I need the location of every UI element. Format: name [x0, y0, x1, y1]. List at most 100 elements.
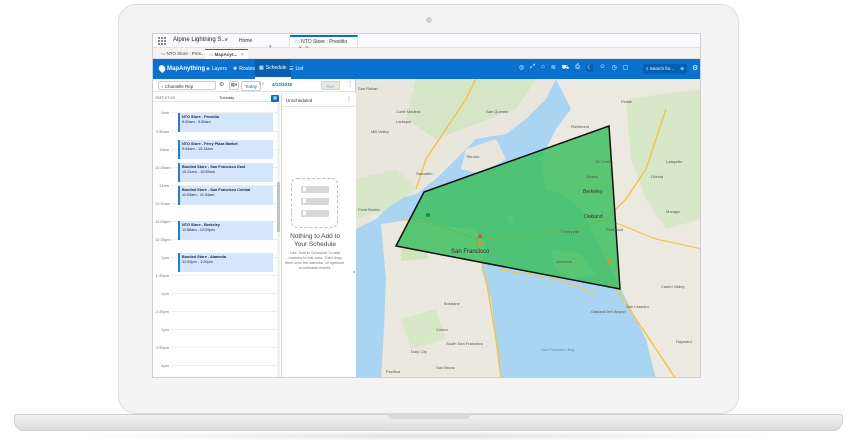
subtab-record[interactable]: ▭ NTO Store : Pres... — [157, 49, 209, 59]
subtab-bar: ▭ NTO Store : Pres... ▭ MapAnyt... ✕ — [153, 48, 700, 59]
hour-label: 4pm — [161, 363, 169, 368]
hour-label: 2:30pm — [155, 309, 169, 314]
map-label: Berkeley — [583, 189, 603, 195]
crosshair-icon[interactable]: ⊕ — [680, 66, 684, 72]
rep-search-input[interactable]: ⌕ Chantelle Rep — [158, 81, 216, 90]
hour-label: 12:30pm — [155, 237, 171, 242]
home-icon[interactable]: ⌂ — [541, 64, 545, 72]
nav-label: Layers — [211, 66, 227, 72]
calendar-view-button[interactable]: ▦▾ — [229, 81, 239, 90]
selected-date[interactable]: 4/13/2018 — [272, 82, 292, 87]
map-label: Mill Valley — [371, 129, 389, 134]
today-button[interactable]: Today — [241, 81, 262, 91]
schedule-event[interactable]: NTO Store - Ferry Plaza Market 9:44am - … — [178, 140, 273, 159]
list-icon: ☰ — [289, 66, 294, 72]
app-nav-chevron-icon[interactable]: ▾ — [225, 37, 228, 43]
schedule-event[interactable]: NTO Store - Presidio 9:00am - 9:30am — [178, 113, 273, 132]
map-label: Hayward — [676, 339, 692, 344]
scrollbar-track[interactable] — [277, 103, 280, 377]
square-icon[interactable]: ▢ — [623, 64, 629, 72]
schedule-event[interactable]: Bonded Store - Alameda 12:50pm - 1:20pm — [178, 253, 273, 272]
subtab-mapanything[interactable]: ▭ MapAnyt... ✕ — [205, 49, 249, 59]
date-nav: ‹ › — [259, 81, 264, 87]
event-time: 9:44am - 10:15am — [182, 146, 213, 151]
map-label: San Rafael — [358, 86, 378, 91]
placeholder-row — [301, 186, 329, 193]
schedule-event[interactable]: Bonded Store - San Francisco East 10:24a… — [178, 163, 273, 182]
map-toolbar: ◎ ⤢ ⌂ ≋ ⛟ ⎙ ☾ ☺ ◷ ▢ — [519, 64, 629, 72]
map-label: South San Francisco — [446, 341, 484, 346]
hour-label: 11am — [159, 183, 169, 188]
gear-icon[interactable]: ⚙ — [692, 64, 698, 72]
moon-icon[interactable]: ☾ — [586, 64, 594, 72]
map-marker[interactable] — [426, 213, 430, 217]
map-marker[interactable] — [478, 242, 482, 246]
tab-home[interactable]: Home ▾ — [234, 35, 290, 50]
more-icon[interactable]: ⋮ — [346, 96, 352, 103]
schedule-toolbar: ⌕ Chantelle Rep ⚙ ▦▾ Today ‹ › 4/13/2018… — [153, 79, 356, 92]
tab-nto-store-presidio[interactable]: ▭ NTO Store : Presidio ▾ ✕ — [290, 35, 358, 51]
map-marker[interactable] — [607, 259, 611, 263]
gear-icon[interactable]: ⚙ — [219, 81, 224, 88]
hour-line — [171, 365, 277, 366]
schedule-event[interactable]: Bonded Store - San Francisco Central 11:… — [178, 186, 273, 205]
collapse-handle-icon[interactable]: ◂ — [353, 269, 355, 274]
map-canvas[interactable]: San Rafael Corte Madera Larkspur Mill Va… — [356, 79, 700, 377]
hour-label: 1:30pm — [155, 273, 169, 278]
map-label: Piedmont — [606, 227, 623, 232]
empty-state-title: Nothing to Add to Your Schedule — [290, 233, 340, 248]
nav-list[interactable]: ☰ List — [285, 59, 307, 79]
nav-label: Schedule — [265, 65, 287, 71]
hour-label: 9:30am — [155, 129, 169, 134]
map-label: Brisbane — [444, 301, 460, 306]
chevron-left-icon[interactable]: ‹ — [259, 81, 261, 87]
run-button[interactable]: Run — [321, 81, 340, 90]
clock-icon[interactable]: ◷ — [612, 64, 617, 72]
scrollbar-thumb[interactable] — [277, 182, 280, 232]
map-label: Emeryville — [561, 229, 580, 234]
layers-stack-icon[interactable]: ≋ — [551, 64, 556, 72]
map-label: Alameda — [556, 259, 572, 264]
rep-value: Chantelle Rep — [164, 83, 194, 89]
shadow — [60, 431, 797, 441]
timeline[interactable]: 9am 9:30am 10am 10:30am 11am 11:30am 12:… — [153, 103, 281, 377]
search-placeholder: Search for... — [649, 66, 675, 71]
hour-label: 2pm — [161, 291, 169, 296]
map-label: Pacifica — [386, 369, 401, 374]
nav-label: Routes — [239, 66, 256, 72]
person-icon[interactable]: ☺ — [599, 64, 605, 72]
target-icon[interactable]: ◎ — [519, 64, 524, 72]
close-icon[interactable]: ✕ — [241, 52, 245, 57]
map-label: Corte Madera — [396, 109, 421, 114]
app-launcher-icon[interactable] — [158, 37, 166, 45]
routes-icon: ✥ — [233, 66, 238, 72]
event-time: 10:24am - 10:55am — [182, 169, 215, 174]
day-strip: GMT-07:00 Tuesday — [153, 92, 278, 102]
map-label: Oakland Int'l Airport — [591, 309, 626, 314]
search-input[interactable]: ⌕ Search for... ⊕ — [643, 64, 687, 74]
map-label: Tiburon — [466, 154, 480, 159]
printer-icon[interactable]: ⎙ — [575, 64, 580, 72]
expand-icon[interactable]: ⤢ — [530, 64, 535, 72]
more-icon[interactable]: ⋮ — [347, 81, 353, 88]
truck-icon[interactable]: ⛟ — [562, 64, 570, 72]
placeholder-row — [301, 210, 329, 217]
map-label: San Quentin — [486, 109, 509, 114]
event-time: 11:03am - 11:34am — [182, 192, 215, 197]
map-label: Larkspur — [396, 119, 412, 124]
calendar-icon[interactable]: ▦ — [271, 95, 279, 102]
timezone-label: GMT-07:00 — [155, 95, 176, 100]
map-label: Albany — [586, 174, 599, 179]
tab-label: Home — [239, 38, 253, 44]
nav-layers[interactable]: ◈ Layers — [202, 59, 231, 79]
screen: Alpine Lightning S... ▾ Home ▾ ▭ NTO Sto… — [152, 33, 701, 378]
chevron-right-icon[interactable]: › — [262, 81, 264, 87]
map-label: El Cerrito — [596, 159, 613, 164]
subtab-label: MapAnyt... — [214, 52, 238, 57]
unscheduled-panel: Unscheduled ⋮ Nothing to Add to Your Sch… — [281, 93, 357, 377]
empty-drop-zone[interactable] — [291, 178, 338, 228]
event-time: 12:50pm - 1:20pm — [182, 259, 213, 264]
webcam — [426, 17, 432, 23]
schedule-event[interactable]: NTO Store - Berkeley 11:58am - 12:29pm — [178, 221, 273, 240]
console-bar: Alpine Lightning S... ▾ Home ▾ ▭ NTO Sto… — [153, 34, 700, 51]
